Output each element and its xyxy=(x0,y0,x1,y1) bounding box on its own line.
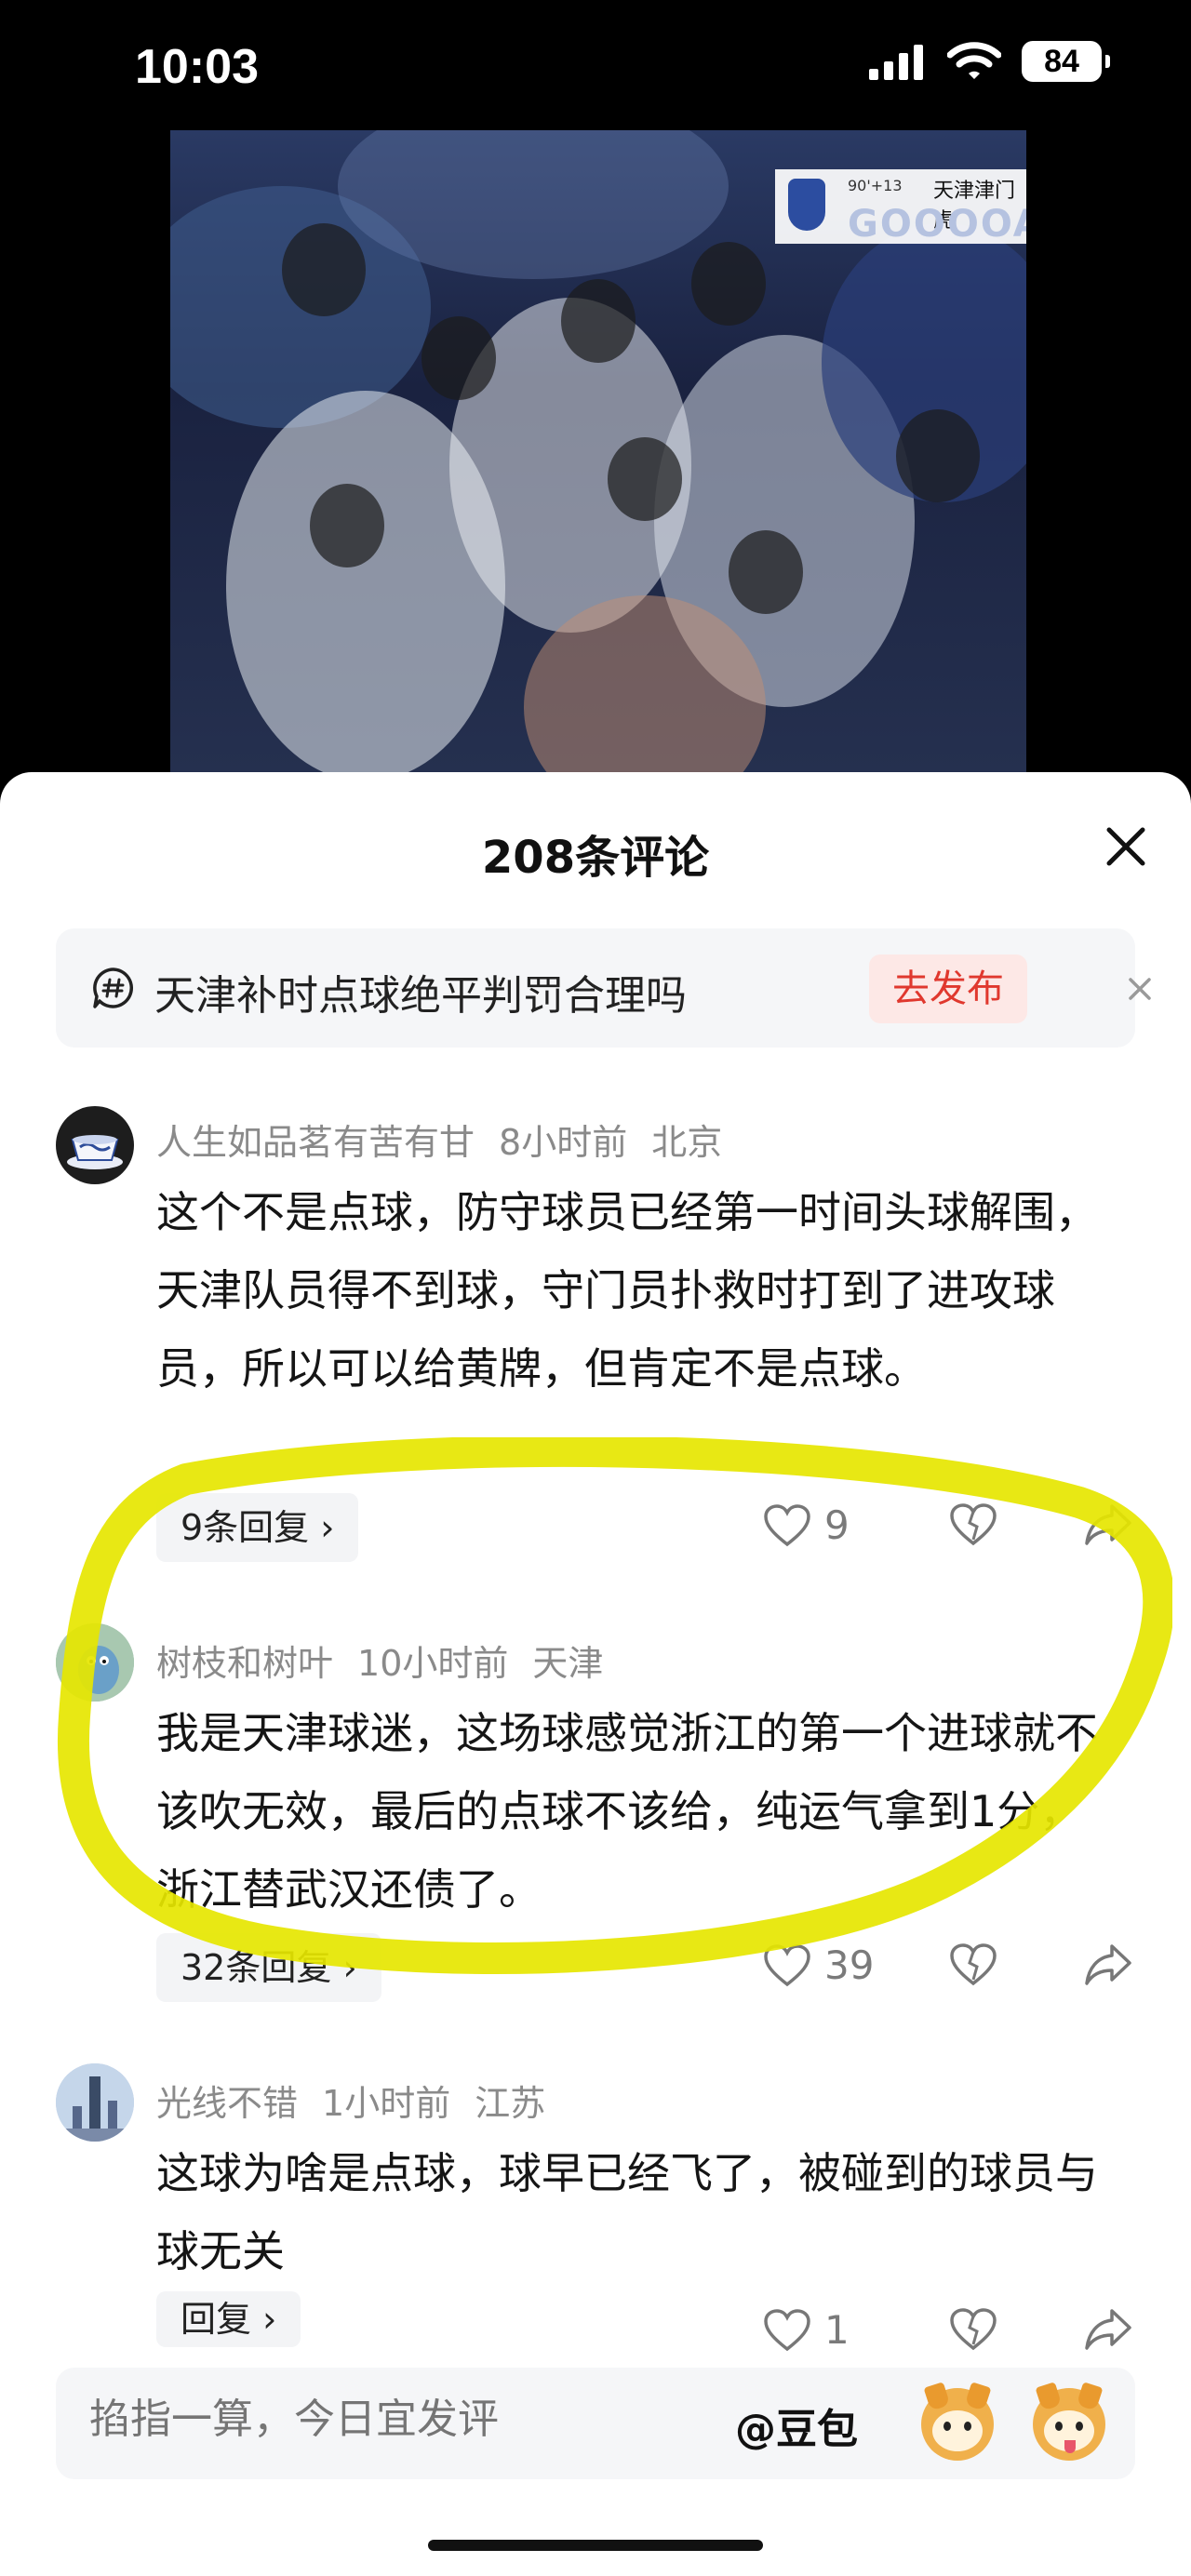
emoji-shiba-tongue-icon[interactable] xyxy=(1033,2382,1105,2461)
home-indicator[interactable] xyxy=(428,2540,763,2551)
score-overlay: 90'+13 天津津门虎 GOOOOAL xyxy=(775,169,1026,246)
topic-text: 天津补时点球绝平判罚合理吗 xyxy=(154,972,687,1020)
like-button[interactable]: 1 xyxy=(763,2307,850,2353)
publish-button[interactable]: 去发布 xyxy=(869,954,1027,1023)
share-icon xyxy=(1085,2309,1131,2350)
score-banner: GOOOOAL xyxy=(848,203,1026,246)
comment-location: 江苏 xyxy=(475,2083,546,2124)
comment-item: 人生如品茗有苦有甘 8小时前 北京 这个不是点球，防守球员已经第一时间头球解围，天津… xyxy=(0,1102,1191,1409)
battery-icon: 84 xyxy=(1022,41,1110,82)
comment-location: 北京 xyxy=(651,1122,723,1163)
status-bar: 10:03 84 xyxy=(0,0,1191,130)
mention-doubao-button[interactable]: @豆包 xyxy=(735,2396,858,2455)
comment-meta: 人生如品茗有苦有甘 8小时前 北京 xyxy=(156,1114,746,1165)
wifi-icon xyxy=(947,42,1001,79)
status-time: 10:03 xyxy=(135,40,259,94)
avatar[interactable] xyxy=(56,1106,134,1184)
like-count: 1 xyxy=(824,2307,850,2353)
avatar[interactable] xyxy=(56,2063,134,2142)
signal-icon xyxy=(869,45,923,80)
topic-hash-icon xyxy=(93,968,133,1008)
topic-bar[interactable]: 天津补时点球绝平判罚合理吗 去发布 xyxy=(56,928,1151,1048)
comment-item: 光线不错 1小时前 江苏 这球为啥是点球，球早已经飞了，被碰到的球员与球无关 xyxy=(0,2063,1191,2276)
comment-input-bar: @豆包 xyxy=(56,2368,1135,2479)
comment-text: 这球为啥是点球，球早已经飞了，被碰到的球员与球无关 xyxy=(156,2148,1098,2276)
comment-meta: 光线不错 1小时前 江苏 xyxy=(156,2075,569,2126)
close-icon[interactable] xyxy=(1098,819,1154,874)
comment-username[interactable]: 人生如品茗有苦有甘 xyxy=(156,1122,475,1163)
score-time: 90'+13 xyxy=(848,177,903,194)
battery-level: 84 xyxy=(1044,43,1079,79)
status-icons: 84 xyxy=(867,41,1110,82)
comment-input[interactable] xyxy=(89,2396,648,2443)
dismiss-icon[interactable] xyxy=(1117,966,1163,1012)
dislike-button[interactable] xyxy=(949,2307,997,2352)
emoji-shiba-icon[interactable] xyxy=(921,2382,994,2461)
reply-button[interactable]: 回复 › xyxy=(156,2291,301,2347)
video-frame[interactable]: 90'+13 天津津门虎 GOOOOAL xyxy=(170,130,1026,772)
comment-time: 1小时前 xyxy=(322,2083,451,2124)
comment-username[interactable]: 光线不错 xyxy=(156,2083,298,2124)
team-logo-icon xyxy=(788,179,825,231)
building-avatar-icon xyxy=(56,2063,134,2142)
highlight-marker-stroke xyxy=(58,1437,1172,1974)
share-button[interactable] xyxy=(1084,2307,1132,2352)
like-icon xyxy=(764,2308,810,2351)
reply-label: 回复 xyxy=(181,2299,252,2340)
comment-time: 8小时前 xyxy=(499,1122,628,1163)
comment-text: 这个不是点球，防守球员已经第一时间头球解围，天津队员得不到球，守门员扑救时打到了… xyxy=(156,1187,1098,1394)
teacup-avatar-icon xyxy=(67,1135,123,1169)
dislike-icon xyxy=(950,2308,997,2351)
sheet-title: 208条评论 xyxy=(481,832,710,884)
